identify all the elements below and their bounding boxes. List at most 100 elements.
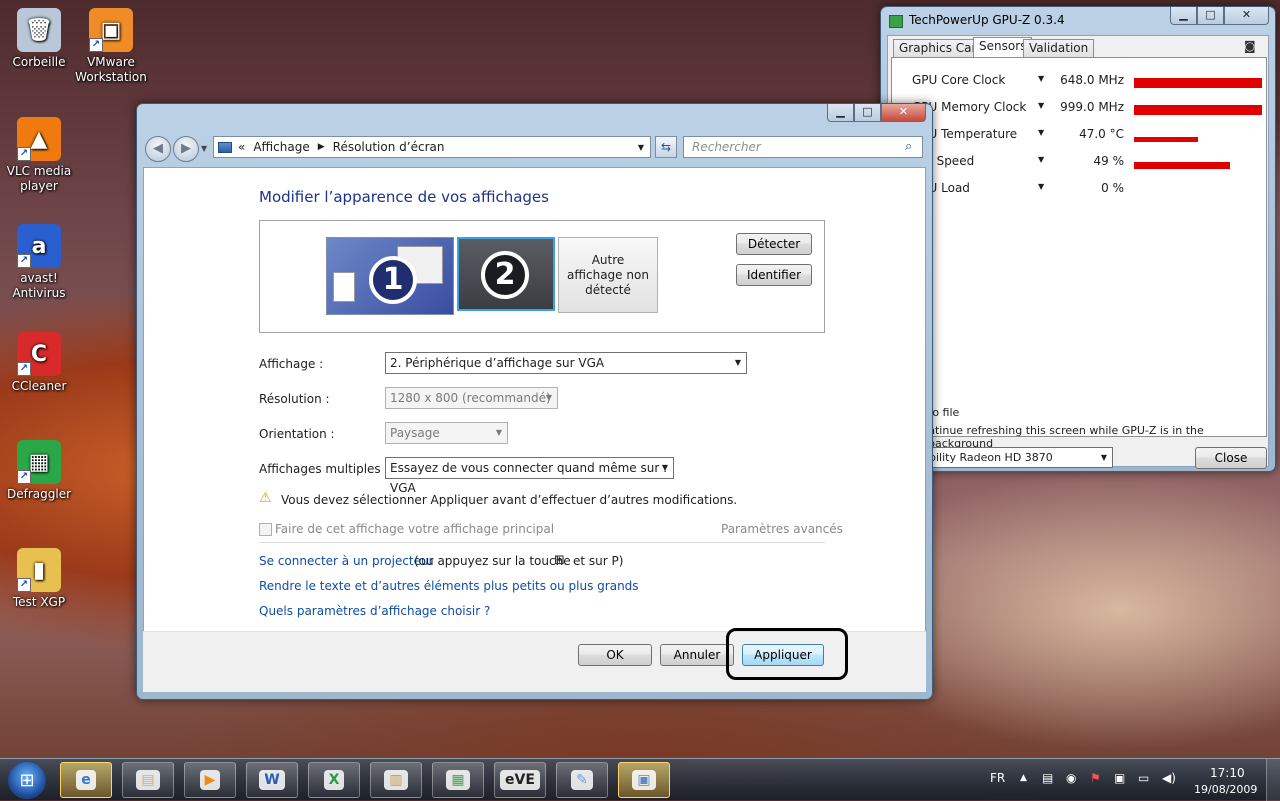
vlc-media-player-icon: ▲ ↗ bbox=[17, 117, 61, 161]
chevron-down-icon[interactable]: ▼ bbox=[1038, 182, 1044, 191]
clock-time[interactable]: 17:10 bbox=[1210, 766, 1245, 780]
search-icon[interactable]: ⌕ bbox=[905, 139, 912, 154]
multiple-displays-label: Affichages multiples : bbox=[259, 462, 389, 476]
avast-antivirus-glyph: a bbox=[31, 233, 47, 259]
monitor-undetected[interactable]: Autre affichage non détecté bbox=[558, 237, 658, 313]
apply-highlight-circle bbox=[726, 628, 848, 680]
sensor-row: GPU Memory Clock ▼ 999.0 MHz bbox=[892, 100, 1272, 127]
display-settings-icon: ▣ bbox=[632, 770, 656, 790]
minimize-button[interactable]: ▁ bbox=[827, 104, 854, 122]
text-size-link[interactable]: Rendre le texte et d’autres éléments plu… bbox=[259, 579, 639, 593]
tab-sensors[interactable]: Sensors bbox=[973, 37, 1033, 57]
start-button[interactable]: ⊞ bbox=[8, 761, 46, 799]
close-button[interactable]: ✕ bbox=[881, 104, 926, 122]
shortcut-arrow-icon: ↗ bbox=[17, 147, 31, 161]
address-dropdown-icon[interactable]: ▼ bbox=[638, 143, 644, 152]
chevron-down-icon: ▼ bbox=[495, 428, 503, 437]
chevron-down-icon[interactable]: ▼ bbox=[1038, 128, 1044, 137]
tab-validation[interactable]: Validation bbox=[1023, 39, 1095, 57]
camera-icon[interactable]: ◙ bbox=[1244, 39, 1256, 53]
taskbar-eve[interactable]: eVE bbox=[494, 762, 546, 798]
monitor-2[interactable]: 2 bbox=[457, 237, 555, 311]
usb-icon[interactable]: ▣ bbox=[1114, 771, 1125, 785]
which-settings-link[interactable]: Quels paramètres d’affichage choisir ? bbox=[259, 604, 490, 618]
gpuz-maximize-button[interactable]: □ bbox=[1197, 7, 1224, 25]
taskbar-paint[interactable]: ✎ bbox=[556, 762, 608, 798]
recycle-bin-glyph: 🗑 bbox=[25, 17, 53, 43]
sensor-value: 0 % bbox=[1101, 181, 1124, 195]
refresh-checkbox-label: ntinue refreshing this screen while GPU-… bbox=[928, 424, 1204, 450]
primary-display-checkbox bbox=[259, 523, 272, 536]
network-icon[interactable]: ▤ bbox=[1042, 771, 1053, 785]
sensor-row: GPU Temperature ▼ 47.0 °C bbox=[892, 127, 1272, 154]
clock-date[interactable]: 19/08/2009 bbox=[1194, 783, 1257, 796]
chevron-down-icon: ▼ bbox=[734, 358, 742, 367]
excel-icon: X bbox=[323, 770, 345, 790]
windows-logo-icon: ⊞ bbox=[19, 769, 35, 791]
chevron-down-icon[interactable]: ▼ bbox=[1038, 74, 1044, 83]
desktop-icon-defraggler[interactable]: ▦ ↗ Defraggler bbox=[0, 440, 78, 502]
identify-button[interactable]: Identifier bbox=[736, 264, 812, 286]
vmware-workstation-glyph: ▣ bbox=[100, 17, 122, 43]
sensor-graph bbox=[1134, 137, 1198, 142]
multiple-displays-value: Essayez de vous connecter quand même sur… bbox=[390, 461, 668, 495]
windows-key-icon: ⊞ bbox=[554, 553, 565, 568]
maximize-button[interactable]: □ bbox=[854, 104, 881, 122]
taskbar-excel[interactable]: X bbox=[308, 762, 360, 798]
orientation-label: Orientation : bbox=[259, 427, 335, 441]
chevron-down-icon[interactable]: ▼ bbox=[1038, 155, 1044, 164]
display-tray-icon[interactable]: ▭ bbox=[1138, 771, 1149, 785]
ccleaner-icon: C ↗ bbox=[17, 332, 61, 376]
language-indicator[interactable]: FR bbox=[990, 771, 1005, 785]
sensor-graph bbox=[1134, 162, 1230, 169]
gpuz-close-button[interactable]: ✕ bbox=[1224, 7, 1269, 25]
sensor-row: GPU Core Clock ▼ 648.0 MHz bbox=[892, 73, 1272, 100]
show-desktop-button[interactable] bbox=[1266, 759, 1280, 801]
gpuz-close-button-footer[interactable]: Close bbox=[1195, 447, 1267, 469]
tray-expand-icon[interactable]: ▲ bbox=[1020, 773, 1027, 783]
desktop-icon-label: avast! Antivirus bbox=[12, 271, 66, 300]
chevron-down-icon[interactable]: ▼ bbox=[1038, 101, 1044, 110]
display-select[interactable]: 2. Périphérique d’affichage sur VGA ▼ bbox=[385, 352, 747, 374]
back-button[interactable]: ◀ bbox=[145, 136, 171, 162]
taskbar-folder[interactable]: ▥ bbox=[370, 762, 422, 798]
monitor-1[interactable]: 1 bbox=[326, 237, 454, 315]
taskbar-media-player[interactable]: ▶ bbox=[184, 762, 236, 798]
desktop-icon-vmware-workstation[interactable]: ▣ ↗ VMware Workstation bbox=[72, 8, 150, 85]
power-icon[interactable]: ◉ bbox=[1066, 771, 1076, 785]
detect-button[interactable]: Détecter bbox=[736, 233, 812, 255]
chevron-down-icon: ▼ bbox=[545, 393, 553, 402]
desktop-icon-test-xgp[interactable]: ▮ ↗ Test XGP bbox=[0, 548, 78, 610]
taskbar-internet-explorer[interactable]: e bbox=[60, 762, 112, 798]
desktop-icon-recycle-bin[interactable]: 🗑 Corbeille bbox=[0, 8, 78, 70]
forward-button[interactable]: ▶ bbox=[173, 136, 199, 162]
gpuz-minimize-button[interactable]: ▁ bbox=[1170, 7, 1197, 25]
address-bar[interactable]: « Affichage ▶ Résolution d’écran ▼ bbox=[213, 136, 651, 158]
search-input[interactable]: Rechercher bbox=[683, 136, 923, 158]
projector-link[interactable]: Se connecter à un projecteur bbox=[259, 554, 434, 568]
warning-message: Vous devez sélectionner Appliquer avant … bbox=[281, 493, 738, 507]
taskbar-network[interactable]: ▦ bbox=[432, 762, 484, 798]
taskbar-display-settings[interactable]: ▣ bbox=[618, 762, 670, 798]
cancel-button[interactable]: Annuler bbox=[660, 644, 734, 666]
refresh-button[interactable]: ⇆ bbox=[655, 136, 677, 158]
content-pane: Modifier l’apparence de vos affichages 1… bbox=[143, 167, 926, 692]
desktop-icon-label: Test XGP bbox=[12, 595, 66, 609]
desktop-icon-ccleaner[interactable]: C ↗ CCleaner bbox=[0, 332, 78, 394]
taskbar-explorer[interactable]: ▤ bbox=[122, 762, 174, 798]
desktop-icon-vlc-media-player[interactable]: ▲ ↗ VLC media player bbox=[0, 117, 78, 194]
breadcrumb-item-affichage[interactable]: Affichage bbox=[253, 140, 309, 154]
shortcut-arrow-icon: ↗ bbox=[17, 578, 31, 592]
desktop-icon-avast-antivirus[interactable]: a ↗ avast! Antivirus bbox=[0, 224, 78, 301]
breadcrumb-prefix: « bbox=[238, 140, 246, 154]
sensor-graph bbox=[1134, 78, 1262, 88]
multiple-displays-select[interactable]: Essayez de vous connecter quand même sur… bbox=[385, 457, 674, 495]
breadcrumb-item-resolution[interactable]: Résolution d’écran bbox=[333, 140, 445, 154]
recent-pages-icon[interactable]: ▼ bbox=[201, 144, 207, 153]
security-alert-icon[interactable]: ⚑ bbox=[1090, 771, 1101, 785]
ok-button[interactable]: OK bbox=[578, 644, 652, 666]
orientation-select: Paysage ▼ bbox=[385, 422, 508, 444]
volume-icon[interactable]: ◀) bbox=[1162, 771, 1176, 785]
taskbar-word[interactable]: W bbox=[246, 762, 298, 798]
tab-graphics-card[interactable]: Graphics Card bbox=[893, 39, 990, 57]
